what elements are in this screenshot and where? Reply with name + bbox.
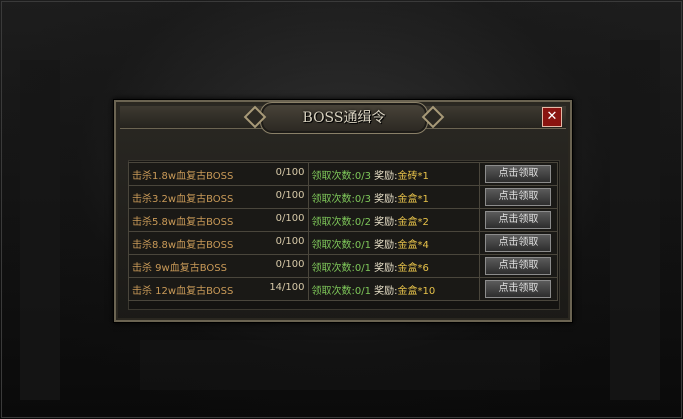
claim-button-cell: 点击领取 xyxy=(478,231,559,255)
claims-count: 0/1 xyxy=(354,285,371,297)
claims-label: 领取次数: xyxy=(311,285,355,297)
claim-reward-button[interactable]: 点击领取 xyxy=(485,165,552,183)
claim-info-cell: 领取次数:0/1 奖励:金盒*4 xyxy=(307,231,480,255)
claim-info-cell: 领取次数:0/1 奖励:金盒*6 xyxy=(307,254,480,278)
kill-progress: 14/100 xyxy=(269,281,305,293)
claims-count: 0/1 xyxy=(354,262,371,274)
quest-row: 击杀8.8w血复古BOSS 0/100 领取次数:0/1 奖励:金盒*4 点击领… xyxy=(128,231,559,255)
quest-row: 击杀 12w血复古BOSS 14/100 领取次数:0/1 奖励:金盒*10 点… xyxy=(128,277,559,301)
kill-target-text: 击杀 12w血复古BOSS xyxy=(132,285,234,297)
claims-count: 0/3 xyxy=(354,193,371,205)
reward-label: 奖励: xyxy=(374,216,398,228)
dialog-title: BOSS通缉令 xyxy=(302,110,386,126)
boss-bounty-dialog: BOSS通缉令 ✕ 击杀1.8w血复古BOSS 0/100 领取次数:0/3 奖… xyxy=(113,99,573,323)
claim-button-cell: 点击领取 xyxy=(478,254,559,278)
claims-label: 领取次数: xyxy=(311,193,355,205)
claim-info-cell: 领取次数:0/1 奖励:金盒*10 xyxy=(307,277,480,301)
kill-target-cell: 击杀8.8w血复古BOSS 0/100 xyxy=(128,231,309,255)
kill-target-cell: 击杀3.2w血复古BOSS 0/100 xyxy=(128,185,309,209)
quest-row: 击杀3.2w血复古BOSS 0/100 领取次数:0/3 奖励:金盒*1 点击领… xyxy=(128,185,559,209)
kill-target-text: 击杀5.8w血复古BOSS xyxy=(132,216,234,228)
claim-button-cell: 点击领取 xyxy=(478,277,559,301)
claims-count: 0/3 xyxy=(354,170,371,182)
claims-count: 0/1 xyxy=(354,239,371,251)
claim-button-cell: 点击领取 xyxy=(478,162,559,186)
claim-reward-button[interactable]: 点击领取 xyxy=(485,211,552,229)
claims-label: 领取次数: xyxy=(311,262,355,274)
kill-target-text: 击杀1.8w血复古BOSS xyxy=(132,170,234,182)
kill-target-text: 击杀3.2w血复古BOSS xyxy=(132,193,234,205)
claims-label: 领取次数: xyxy=(311,216,355,228)
kill-target-cell: 击杀5.8w血复古BOSS 0/100 xyxy=(128,208,309,232)
reward-value: 金盒*4 xyxy=(397,239,429,251)
claim-reward-button[interactable]: 点击领取 xyxy=(485,257,552,275)
kill-progress: 0/100 xyxy=(275,166,305,178)
claims-label: 领取次数: xyxy=(311,239,355,251)
reward-value: 金盒*1 xyxy=(397,193,429,205)
quest-row: 击杀1.8w血复古BOSS 0/100 领取次数:0/3 奖励:金砖*1 点击领… xyxy=(128,162,559,186)
claim-info-cell: 领取次数:0/3 奖励:金盒*1 xyxy=(307,185,480,209)
title-plate: BOSS通缉令 xyxy=(243,102,445,134)
reward-label: 奖励: xyxy=(374,262,398,274)
reward-label: 奖励: xyxy=(374,170,398,182)
quest-row: 击杀5.8w血复古BOSS 0/100 领取次数:0/2 奖励:金盒*2 点击领… xyxy=(128,208,559,232)
claims-label: 领取次数: xyxy=(311,170,355,182)
kill-progress: 0/100 xyxy=(275,258,305,270)
reward-value: 金砖*1 xyxy=(397,170,429,182)
kill-progress: 0/100 xyxy=(275,235,305,247)
reward-label: 奖励: xyxy=(374,285,398,297)
reward-label: 奖励: xyxy=(374,193,398,205)
kill-progress: 0/100 xyxy=(275,189,305,201)
dialog-titlebar[interactable]: BOSS通缉令 xyxy=(120,102,566,134)
reward-value: 金盒*10 xyxy=(397,285,436,297)
claim-button-cell: 点击领取 xyxy=(478,208,559,232)
quest-table: 击杀1.8w血复古BOSS 0/100 领取次数:0/3 奖励:金砖*1 点击领… xyxy=(128,162,559,301)
claim-info-cell: 领取次数:0/3 奖励:金砖*1 xyxy=(307,162,480,186)
kill-progress: 0/100 xyxy=(275,212,305,224)
kill-target-text: 击杀 9w血复古BOSS xyxy=(132,262,227,274)
quest-row: 击杀 9w血复古BOSS 0/100 领取次数:0/1 奖励:金盒*6 点击领取 xyxy=(128,254,559,278)
reward-label: 奖励: xyxy=(374,239,398,251)
kill-target-text: 击杀8.8w血复古BOSS xyxy=(132,239,234,251)
kill-target-cell: 击杀 12w血复古BOSS 14/100 xyxy=(128,277,309,301)
claim-button-cell: 点击领取 xyxy=(478,185,559,209)
claims-count: 0/2 xyxy=(354,216,371,228)
close-button[interactable]: ✕ xyxy=(542,107,562,127)
claim-reward-button[interactable]: 点击领取 xyxy=(485,234,552,252)
reward-value: 金盒*2 xyxy=(397,216,429,228)
kill-target-cell: 击杀 9w血复古BOSS 0/100 xyxy=(128,254,309,278)
kill-target-cell: 击杀1.8w血复古BOSS 0/100 xyxy=(128,162,309,186)
claim-info-cell: 领取次数:0/2 奖励:金盒*2 xyxy=(307,208,480,232)
reward-value: 金盒*6 xyxy=(397,262,429,274)
claim-reward-button[interactable]: 点击领取 xyxy=(485,280,552,298)
claim-reward-button[interactable]: 点击领取 xyxy=(485,188,552,206)
